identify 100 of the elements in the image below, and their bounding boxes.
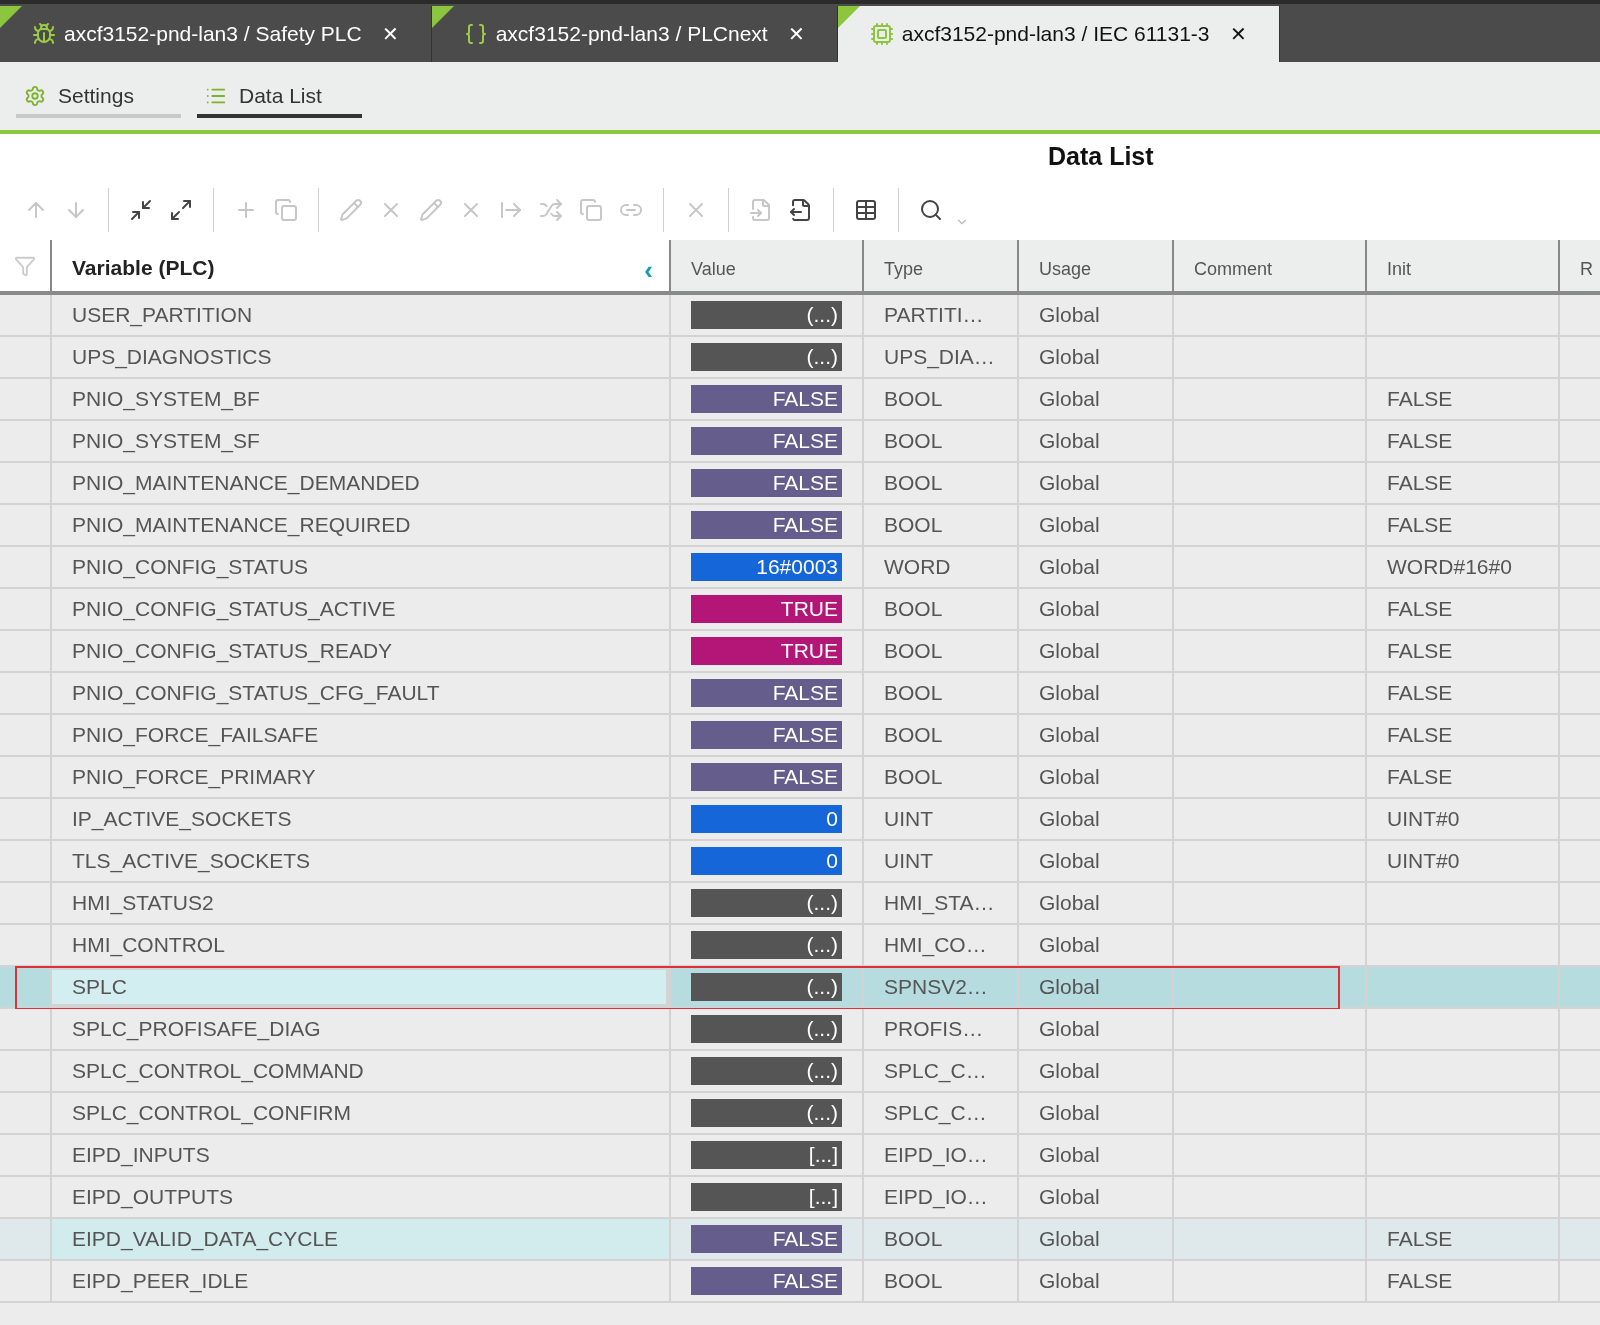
variable-cell[interactable]: USER_PARTITION [50, 295, 669, 335]
variable-cell[interactable]: PNIO_SYSTEM_BF [50, 379, 669, 419]
usage-cell: Global [1017, 715, 1172, 755]
init-cell: FALSE [1365, 1219, 1558, 1259]
variable-cell[interactable]: PNIO_FORCE_PRIMARY [50, 757, 669, 797]
variable-cell[interactable]: EIPD_VALID_DATA_CYCLE [50, 1219, 669, 1259]
variable-cell[interactable]: SPLC_CONTROL_COMMAND [50, 1051, 669, 1091]
variable-cell[interactable]: PNIO_FORCE_FAILSAFE [50, 715, 669, 755]
type-cell: BOOL [862, 631, 1017, 671]
variable-cell[interactable]: HMI_CONTROL [50, 925, 669, 965]
init-cell: FALSE [1365, 673, 1558, 713]
column-header[interactable]: R [1558, 240, 1600, 291]
value-field[interactable]: FALSE [691, 427, 842, 455]
variable-cell[interactable]: EIPD_INPUTS [50, 1135, 669, 1175]
value-field[interactable]: (...) [691, 889, 842, 917]
type-cell: BOOL [862, 505, 1017, 545]
init-cell: FALSE [1365, 421, 1558, 461]
value-field[interactable]: 16#0003 [691, 553, 842, 581]
usage-cell: Global [1017, 505, 1172, 545]
usage-cell: Global [1017, 547, 1172, 587]
usage-cell: Global [1017, 883, 1172, 923]
column-header[interactable]: Comment [1172, 240, 1365, 291]
value-field[interactable]: (...) [691, 1015, 842, 1043]
type-cell: BOOL [862, 673, 1017, 713]
value-field[interactable]: (...) [691, 1099, 842, 1127]
value-field[interactable]: FALSE [691, 385, 842, 413]
init-cell: FALSE [1365, 589, 1558, 629]
variable-cell[interactable]: PNIO_MAINTENANCE_DEMANDED [50, 463, 669, 503]
variable-cell[interactable]: EIPD_PEER_IDLE [50, 1261, 669, 1301]
usage-cell: Global [1017, 631, 1172, 671]
variable-cell[interactable]: PNIO_CONFIG_STATUS_ACTIVE [50, 589, 669, 629]
usage-cell: Global [1017, 1261, 1172, 1301]
settings-icon [24, 85, 46, 107]
close-icon[interactable]: ✕ [1229, 19, 1247, 49]
close-icon[interactable]: ✕ [381, 19, 399, 49]
init-cell: FALSE [1365, 463, 1558, 503]
value-field[interactable]: (...) [691, 973, 842, 1001]
value-field[interactable]: (...) [691, 931, 842, 959]
chip-icon [869, 22, 894, 46]
filter-icon[interactable] [14, 254, 36, 277]
view-tab[interactable]: Data List [197, 78, 362, 118]
variable-cell[interactable]: UPS_DIAGNOSTICS [50, 337, 669, 377]
value-field[interactable]: FALSE [691, 763, 842, 791]
variable-cell[interactable]: EIPD_OUTPUTS [50, 1177, 669, 1217]
panel-title: Data List [1048, 141, 1154, 173]
usage-cell: Global [1017, 589, 1172, 629]
value-field[interactable]: FALSE [691, 679, 842, 707]
type-cell: BOOL [862, 421, 1017, 461]
variable-cell[interactable]: SPLC_CONTROL_CONFIRM [50, 1093, 669, 1133]
value-field[interactable]: 0 [691, 805, 842, 833]
type-cell: UINT [862, 841, 1017, 881]
value-field[interactable]: FALSE [691, 1225, 842, 1253]
value-field[interactable]: FALSE [691, 1267, 842, 1295]
value-field[interactable]: (...) [691, 343, 842, 371]
usage-cell: Global [1017, 1135, 1172, 1175]
variable-cell[interactable]: PNIO_CONFIG_STATUS_CFG_FAULT [50, 673, 669, 713]
value-field[interactable]: (...) [691, 1057, 842, 1085]
usage-cell: Global [1017, 757, 1172, 797]
value-field[interactable]: (...) [691, 301, 842, 329]
variable-cell[interactable]: SPLC_PROFISAFE_DIAG [50, 1009, 669, 1049]
type-cell: BOOL [862, 589, 1017, 629]
column-header[interactable]: Usage [1017, 240, 1172, 291]
value-field[interactable]: TRUE [691, 595, 842, 623]
init-cell: FALSE [1365, 379, 1558, 419]
type-cell: SPLC_C… [862, 1051, 1017, 1091]
init-cell: WORD#16#0 [1365, 547, 1558, 587]
variable-cell[interactable]: PNIO_MAINTENANCE_REQUIRED [50, 505, 669, 545]
column-header[interactable]: Variable (PLC) ‹ [50, 240, 669, 291]
type-cell: HMI_CO… [862, 925, 1017, 965]
column-header[interactable]: Value [669, 240, 862, 291]
variable-cell[interactable]: PNIO_CONFIG_STATUS_READY [50, 631, 669, 671]
value-field[interactable]: FALSE [691, 511, 842, 539]
document-tab[interactable]: axcf3152-pnd-lan3 / Safety PLC ✕ [0, 6, 432, 62]
variable-cell[interactable]: TLS_ACTIVE_SOCKETS [50, 841, 669, 881]
value-field[interactable]: [...] [691, 1183, 842, 1211]
variable-cell[interactable]: HMI_STATUS2 [50, 883, 669, 923]
value-field[interactable]: TRUE [691, 637, 842, 665]
variable-cell[interactable]: PNIO_CONFIG_STATUS [50, 547, 669, 587]
variable-cell[interactable]: PNIO_SYSTEM_SF [50, 421, 669, 461]
type-cell: BOOL [862, 757, 1017, 797]
value-field[interactable]: 0 [691, 847, 842, 875]
value-field[interactable]: FALSE [691, 721, 842, 749]
usage-cell: Global [1017, 967, 1172, 1007]
document-tab[interactable]: axcf3152-pnd-lan3 / IEC 61131-3 ✕ [837, 6, 1280, 62]
usage-cell: Global [1017, 925, 1172, 965]
column-header[interactable]: Init [1365, 240, 1558, 291]
document-tab[interactable]: axcf3152-pnd-lan3 / PLCnext ✕ [431, 6, 838, 62]
column-header[interactable]: Type [862, 240, 1017, 291]
type-cell: BOOL [862, 1261, 1017, 1301]
collapse-icon[interactable]: ‹ [644, 257, 653, 283]
value-field[interactable]: FALSE [691, 469, 842, 497]
variable-cell[interactable]: SPLC [50, 967, 669, 1007]
close-icon[interactable]: ✕ [787, 19, 805, 49]
value-field[interactable]: [...] [691, 1141, 842, 1169]
usage-cell: Global [1017, 379, 1172, 419]
view-tab[interactable]: Settings [16, 78, 181, 118]
variable-cell[interactable]: IP_ACTIVE_SOCKETS [50, 799, 669, 839]
type-cell: SPNSV2… [862, 967, 1017, 1007]
usage-cell: Global [1017, 1051, 1172, 1091]
type-cell: BOOL [862, 379, 1017, 419]
